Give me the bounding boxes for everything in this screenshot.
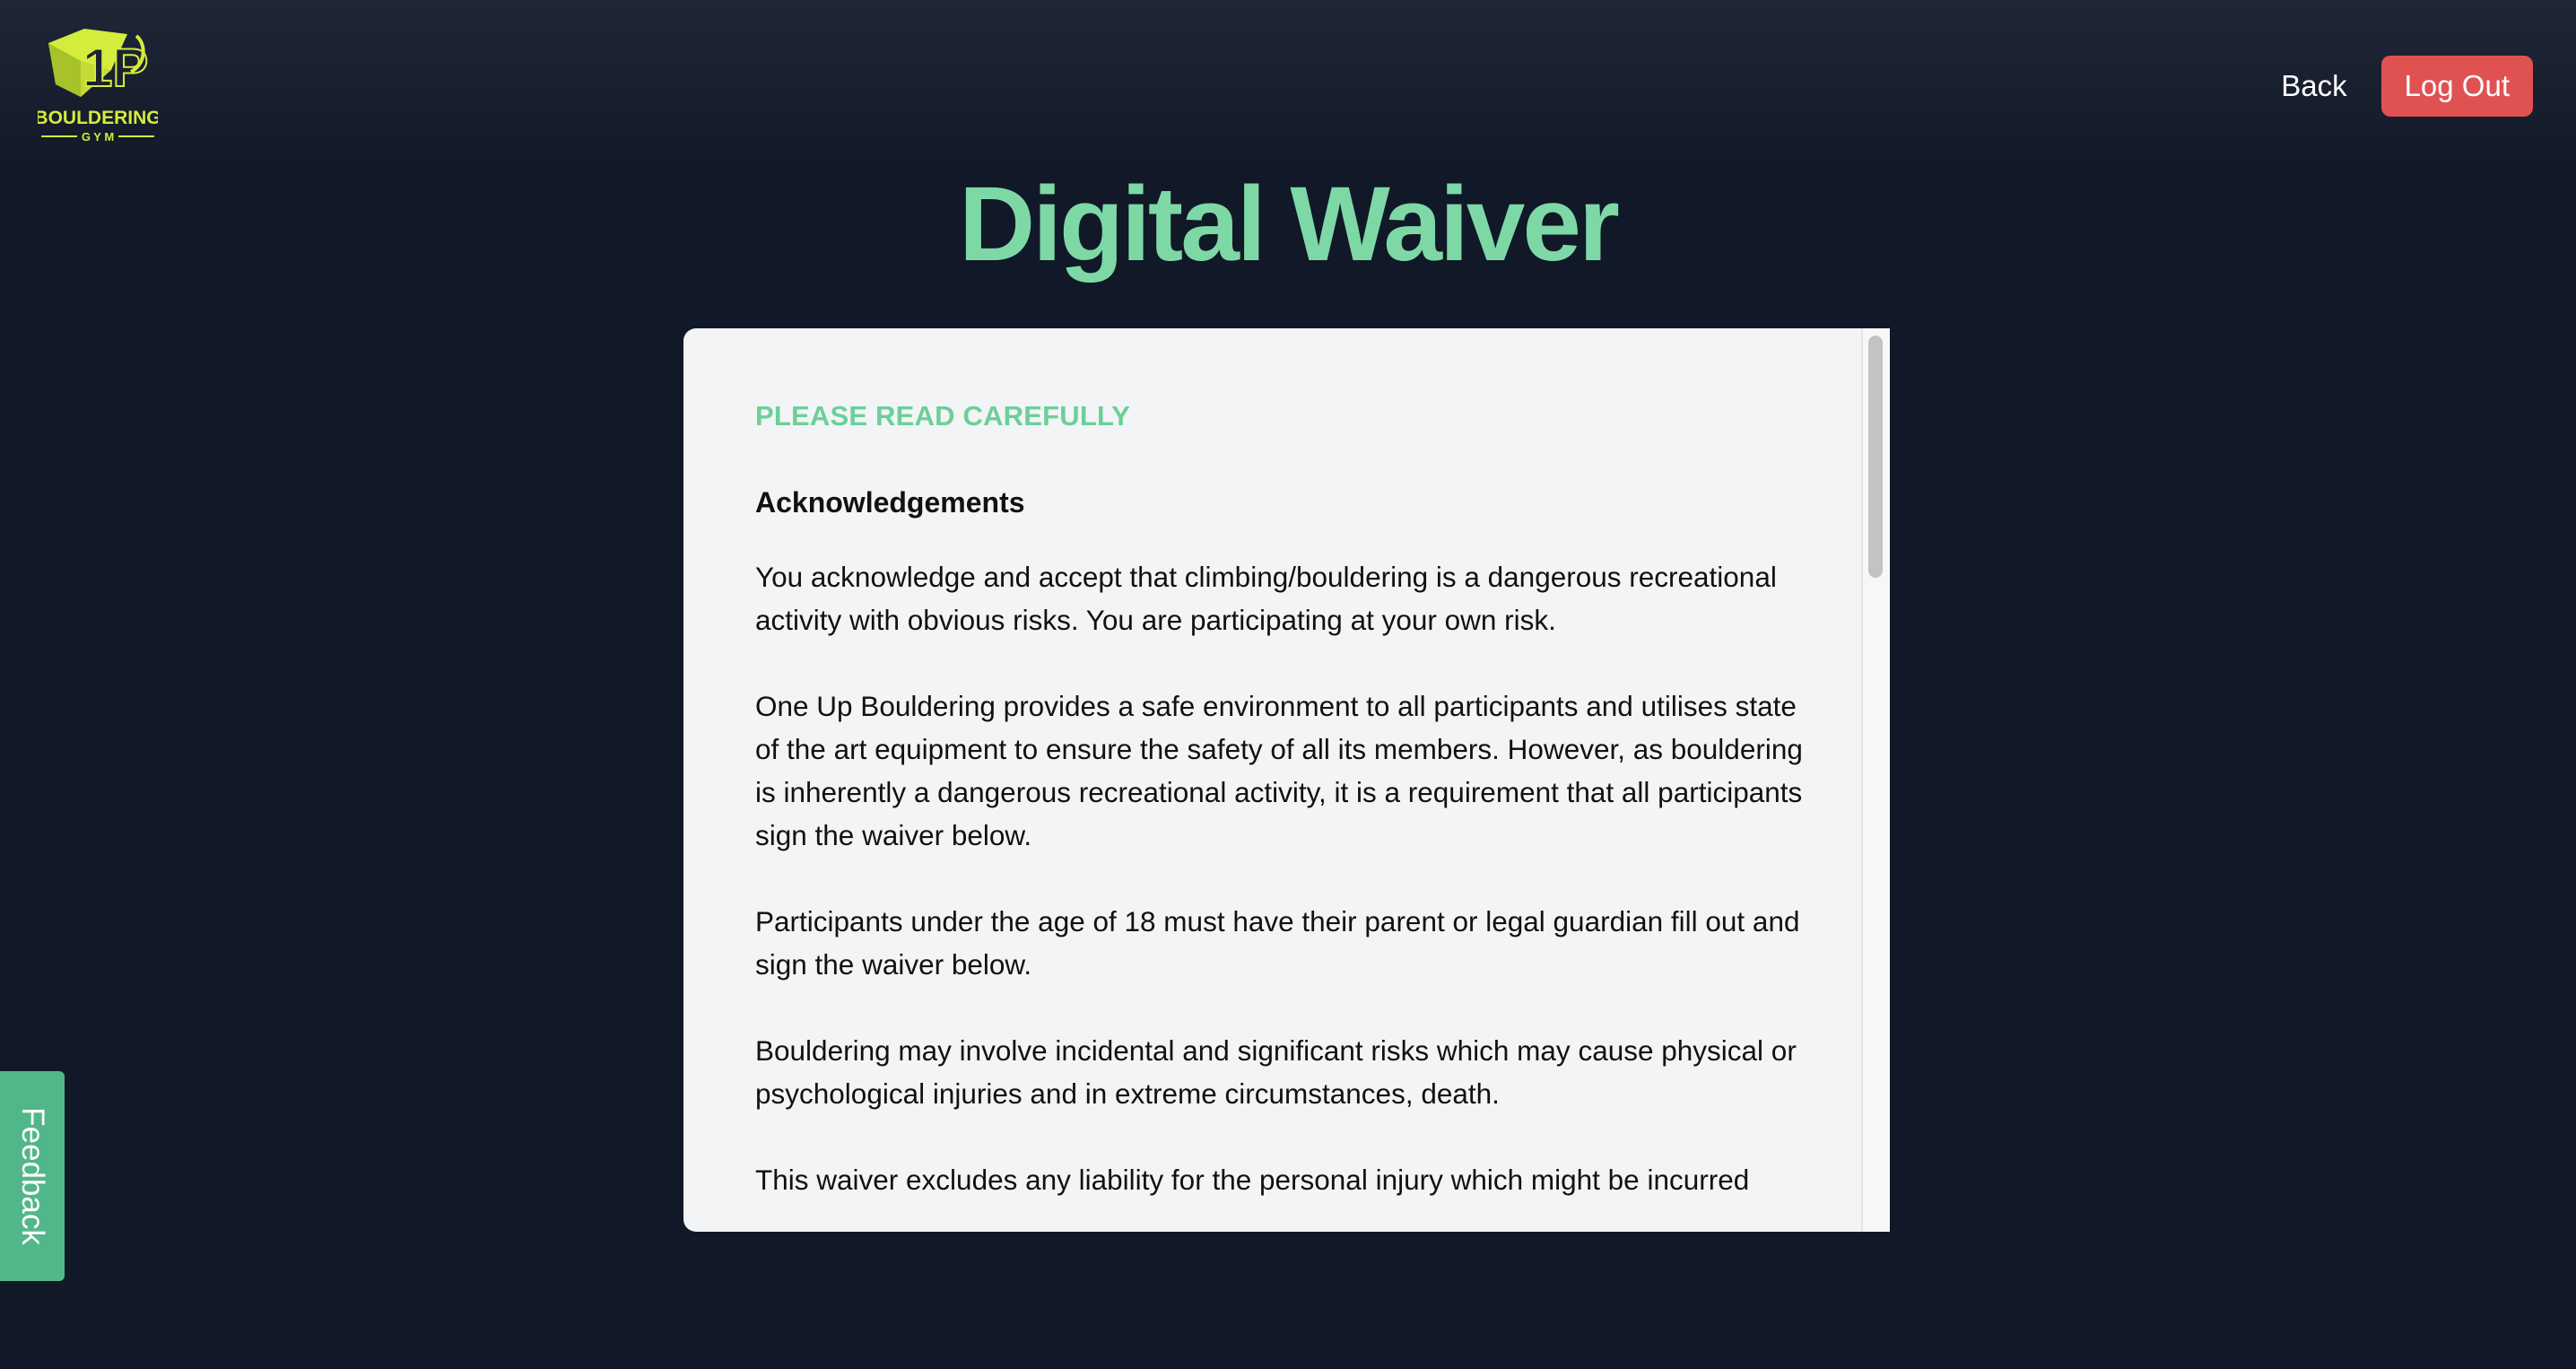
- waiver-paragraph: You acknowledge and accept that climbing…: [755, 561, 1777, 636]
- waiver-paragraph: Participants under the age of 18 must ha…: [755, 905, 1800, 981]
- svg-text:BOULDERING: BOULDERING: [38, 108, 158, 128]
- header-nav: Back Log Out: [2281, 56, 2533, 117]
- waiver-subheading: Acknowledgements: [755, 486, 1025, 519]
- logout-button[interactable]: Log Out: [2380, 56, 2533, 117]
- waiver-heading: PLEASE READ CAREFULLY: [755, 400, 1131, 432]
- waiver-paragraph: Bouldering may involve incidental and si…: [755, 1034, 1797, 1110]
- waiver-scrollbar[interactable]: [1861, 328, 1890, 1232]
- waiver-paragraph: One Up Bouldering provides a safe enviro…: [755, 690, 1803, 851]
- page-title: Digital Waiver: [959, 165, 1620, 283]
- logo-icon: 1P BOULDERING G Y M: [38, 29, 158, 144]
- back-link[interactable]: Back: [2281, 69, 2346, 103]
- bouldering-gym-logo[interactable]: 1P BOULDERING G Y M: [38, 25, 158, 144]
- feedback-tab[interactable]: Feedback: [0, 1071, 65, 1281]
- waiver-content: PLEASE READ CAREFULLY Acknowledgements Y…: [755, 400, 1814, 1232]
- waiver-scroll-panel[interactable]: PLEASE READ CAREFULLY Acknowledgements Y…: [683, 328, 1890, 1232]
- scrollbar-thumb[interactable]: [1868, 336, 1883, 578]
- feedback-label: Feedback: [15, 1107, 50, 1245]
- page: 1P BOULDERING G Y M Back Log Out Digital…: [0, 0, 2576, 1369]
- waiver-paragraph: This waiver excludes any liability for t…: [755, 1164, 1750, 1196]
- svg-text:G Y M: G Y M: [82, 130, 114, 144]
